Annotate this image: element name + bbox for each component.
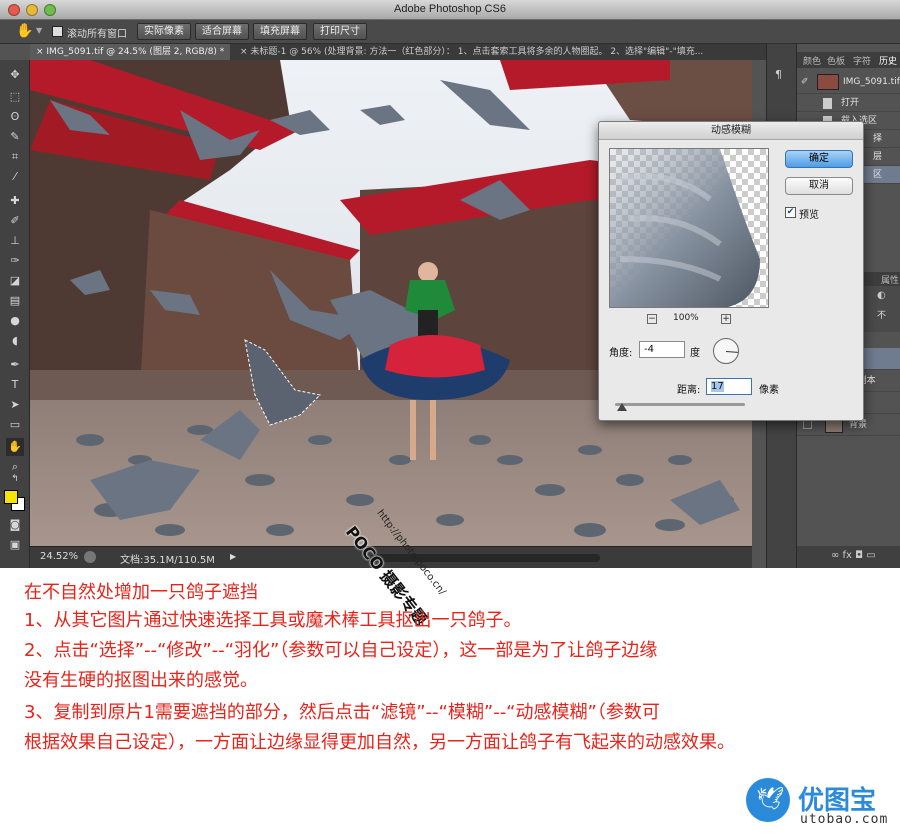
preview-image: [610, 149, 760, 307]
caption-heading: 在不自然处增加一只鸽子遮挡: [24, 582, 258, 603]
angle-input[interactable]: -4: [639, 341, 685, 358]
tab-swatches[interactable]: 色板: [827, 54, 845, 67]
document-tabs: × IMG_5091.tif @ 24.5% (图层 2, RGB/8) * ×…: [30, 44, 794, 60]
preview-label: 预览: [799, 210, 819, 221]
status-info-icon[interactable]: [84, 551, 96, 563]
preview-zoom-value: 100%: [673, 313, 699, 323]
tab-untitled-1[interactable]: × 未标题-1 @ 56% (处理背景: 方法一（红色部分）： 1、点击套索工具…: [234, 44, 794, 60]
tab-img-5091[interactable]: × IMG_5091.tif @ 24.5% (图层 2, RGB/8) *: [30, 44, 230, 60]
utobao-logo-url: utobao.com: [800, 812, 889, 827]
zoom-level[interactable]: 24.52%: [40, 551, 78, 562]
dialog-title: 动感模糊: [599, 122, 863, 140]
pen-tool-icon[interactable]: ✒: [6, 356, 24, 374]
angle-unit: 度: [690, 348, 700, 359]
history-snapshot[interactable]: ✐ IMG_5091.tif: [797, 70, 900, 94]
caption-line: 没有生硬的抠图出来的感觉。: [24, 670, 258, 691]
paragraph-icon[interactable]: ¶: [775, 68, 782, 81]
bird-icon: 🕊: [756, 787, 784, 812]
distance-value: 17: [711, 381, 724, 392]
print-size-button[interactable]: 打印尺寸: [313, 23, 367, 40]
marquee-tool-icon[interactable]: ⬚: [6, 88, 24, 106]
motion-blur-dialog: 动感模糊 − 100% + 确定 取消 ✔ 预览 角度: -4 度 距离: 17…: [598, 121, 864, 421]
history-snapshot-thumb: [817, 74, 839, 90]
ok-button[interactable]: 确定: [785, 150, 853, 168]
options-bar: ✋ ▼ 滚动所有窗口 实际像素 适合屏幕 填充屏幕 打印尺寸: [0, 20, 900, 44]
caption-line: 根据效果自己设定），一方面让边缘显得更加自然，另一方面让鸽子有飞起来的动感效果。: [24, 732, 735, 753]
history-doc-name: IMG_5091.tif: [843, 77, 900, 87]
path-selection-tool-icon[interactable]: ➤: [6, 396, 24, 414]
tab-properties[interactable]: 属性: [881, 273, 899, 286]
cancel-button[interactable]: 取消: [785, 177, 853, 195]
blur-tool-icon[interactable]: ●: [6, 312, 24, 330]
healing-brush-tool-icon[interactable]: ✚: [6, 192, 24, 210]
clone-stamp-tool-icon[interactable]: ⊥: [6, 232, 24, 250]
distance-input[interactable]: 17: [706, 378, 752, 395]
eraser-tool-icon[interactable]: ◪: [6, 272, 24, 290]
layer-filter-icon[interactable]: ◐: [877, 290, 886, 301]
scroll-all-windows-checkbox[interactable]: [52, 26, 63, 37]
scroll-all-windows-label: 滚动所有窗口: [67, 29, 127, 40]
tab-color[interactable]: 颜色: [803, 54, 821, 67]
photoshop-window: Adobe Photoshop CS6 ✋ ▼ 滚动所有窗口 实际像素 适合屏幕…: [0, 0, 900, 568]
history-brush-tool-icon[interactable]: ✑: [6, 252, 24, 270]
move-tool-icon[interactable]: ✥: [6, 66, 24, 84]
tab-untitled-1-label: 未标题-1 @ 56% (处理背景: 方法一（红色部分）： 1、点击套索工具将多…: [250, 47, 704, 57]
distance-slider-thumb[interactable]: [616, 403, 627, 411]
fill-screen-button[interactable]: 填充屏幕: [253, 23, 307, 40]
tools-panel: ✥ ⬚ ʘ ✎ ⌗ ⁄ ✚ ✐ ⊥ ✑ ◪ ▤ ● ◖ ✒ T ➤ ▭ ✋ ⌕ …: [0, 60, 30, 568]
angle-label: 角度:: [609, 348, 633, 359]
crop-tool-icon[interactable]: ⌗: [6, 148, 24, 166]
lasso-tool-icon[interactable]: ʘ: [6, 108, 24, 126]
distance-label: 距离:: [677, 385, 701, 396]
dodge-tool-icon[interactable]: ◖: [6, 332, 24, 350]
document-size: 文档:35.1M/110.5M: [120, 555, 215, 566]
eyedropper-tool-icon[interactable]: ⁄: [6, 168, 24, 186]
type-tool-icon[interactable]: T: [6, 376, 24, 394]
tool-preset-arrow-icon[interactable]: ▼: [36, 26, 42, 35]
distance-slider-track[interactable]: [615, 403, 745, 406]
filter-preview[interactable]: [609, 148, 769, 308]
history-brush-source-icon[interactable]: ✐: [801, 70, 809, 94]
tab-img-5091-label: IMG_5091.tif @ 24.5% (图层 2, RGB/8) *: [46, 47, 225, 57]
preview-checkbox[interactable]: ✔: [785, 207, 796, 218]
caption-line: 3、复制到原片1需要遮挡的部分，然后点击“滤镜”--“模糊”--“动感模糊”（参…: [24, 702, 660, 723]
gradient-tool-icon[interactable]: ▤: [6, 292, 24, 310]
preview-zoom-in-button[interactable]: +: [721, 314, 731, 324]
shape-tool-icon[interactable]: ▭: [6, 416, 24, 434]
layer-footer-icons[interactable]: ∞ fx ◘ ▭: [831, 550, 876, 561]
screen-mode-icon[interactable]: ▣: [6, 536, 24, 554]
app-title: Adobe Photoshop CS6: [394, 3, 506, 15]
panel-tabs: 颜色 色板 字符 历史: [797, 52, 900, 68]
history-item[interactable]: 打开: [797, 94, 900, 112]
layer-visibility-icon[interactable]: [803, 420, 812, 429]
quick-mask-icon[interactable]: ◙: [6, 516, 24, 534]
foreground-color-swatch[interactable]: [4, 490, 18, 504]
layers-panel-footer: ∞ fx ◘ ▭: [797, 546, 900, 568]
brush-tool-icon[interactable]: ✐: [6, 212, 24, 230]
opacity-label: 不: [877, 311, 887, 321]
hand-tool-active-icon[interactable]: ✋: [6, 438, 24, 456]
tab-character[interactable]: 字符: [853, 54, 871, 67]
angle-dial[interactable]: [713, 338, 739, 364]
title-bar: Adobe Photoshop CS6: [0, 0, 900, 20]
angle-dial-needle: [725, 351, 738, 353]
hand-tool-icon[interactable]: ✋: [16, 23, 33, 39]
caption-line: 1、从其它图片通过快速选择工具或魔术棒工具抠出一只鸽子。: [24, 610, 522, 631]
status-menu-arrow-icon[interactable]: ▶: [230, 552, 236, 561]
distance-unit: 像素: [759, 385, 779, 396]
tab-history[interactable]: 历史: [879, 54, 897, 67]
quick-selection-tool-icon[interactable]: ✎: [6, 128, 24, 146]
horizontal-scrollbar[interactable]: [370, 554, 600, 562]
preview-zoom-out-button[interactable]: −: [647, 314, 657, 324]
history-doc-icon: [823, 98, 832, 109]
caption-line: 2、点击“选择”--“修改”--“羽化”（参数可以自己设定），这一部是为了让鸽子…: [24, 640, 658, 661]
actual-pixels-button[interactable]: 实际像素: [137, 23, 191, 40]
fit-screen-button[interactable]: 适合屏幕: [195, 23, 249, 40]
swap-colors-icon[interactable]: ↰: [6, 470, 24, 488]
